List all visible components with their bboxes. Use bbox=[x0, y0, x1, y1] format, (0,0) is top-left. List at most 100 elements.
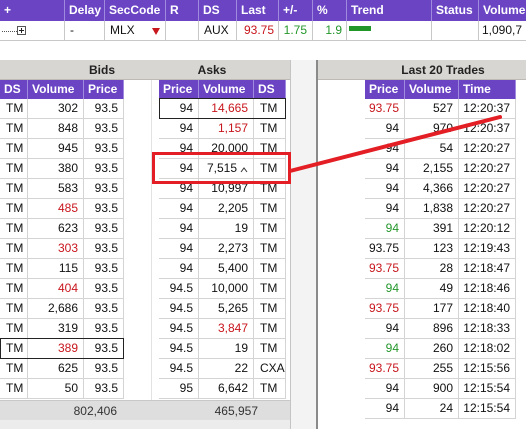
asks-row[interactable]: 94.5 19 TM bbox=[159, 339, 286, 359]
asks-price-cell: 94 bbox=[159, 119, 199, 139]
asks-row[interactable]: 94.5 10,000 TM bbox=[159, 279, 286, 299]
trades-row[interactable]: 94 970 12:20:37 bbox=[365, 119, 516, 139]
panel-splitter[interactable] bbox=[290, 60, 318, 429]
asks-ds-cell: TM bbox=[254, 379, 286, 399]
bids-row[interactable]: TM 380 93.5 bbox=[0, 159, 124, 179]
trades-volume-cell: 970 bbox=[405, 119, 459, 139]
trades-row[interactable]: 94 49 12:18:46 bbox=[365, 279, 516, 299]
quote-seccode-cell[interactable]: MLX bbox=[105, 21, 166, 41]
quote-expand-cell[interactable] bbox=[0, 21, 65, 41]
trades-row[interactable]: 94 391 12:20:12 bbox=[365, 219, 516, 239]
trades-row[interactable]: 93.75 123 12:19:43 bbox=[365, 239, 516, 259]
bids-price-cell: 93.5 bbox=[84, 259, 124, 279]
expand-tree-icon[interactable] bbox=[17, 26, 26, 35]
asks-row[interactable]: 94 14,665 TM bbox=[159, 98, 286, 119]
asks-row[interactable]: 94 7,515 TM bbox=[159, 159, 286, 179]
trades-row[interactable]: 94 260 12:18:02 bbox=[365, 339, 516, 359]
bids-ds-cell: TM bbox=[0, 239, 28, 259]
col-header-r[interactable]: R bbox=[166, 0, 199, 21]
bids-row[interactable]: TM 2,686 93.5 bbox=[0, 299, 124, 319]
trades-row[interactable]: 93.75 177 12:18:40 bbox=[365, 299, 516, 319]
bids-row[interactable]: TM 945 93.5 bbox=[0, 139, 124, 159]
bids-row[interactable]: TM 485 93.5 bbox=[0, 199, 124, 219]
bids-col-header-ds[interactable]: DS bbox=[0, 80, 28, 99]
bids-col-header-price[interactable]: Price bbox=[84, 80, 124, 99]
bids-price-cell: 93.5 bbox=[84, 119, 124, 139]
asks-row[interactable]: 94 2,205 TM bbox=[159, 199, 286, 219]
bids-price-cell: 93.5 bbox=[84, 199, 124, 219]
asks-row[interactable]: 94 5,400 TM bbox=[159, 259, 286, 279]
quote-seccode: MLX bbox=[110, 23, 135, 37]
trades-row[interactable]: 93.75 28 12:18:47 bbox=[365, 259, 516, 279]
bids-row[interactable]: TM 319 93.5 bbox=[0, 319, 124, 339]
col-header-last[interactable]: Last bbox=[237, 0, 279, 21]
col-header-volume[interactable]: Volume bbox=[479, 0, 526, 21]
bids-row[interactable]: TM 848 93.5 bbox=[0, 119, 124, 139]
bids-row[interactable]: TM 623 93.5 bbox=[0, 219, 124, 239]
bids-row[interactable]: TM 50 93.5 bbox=[0, 379, 124, 399]
asks-col-header-ds[interactable]: DS bbox=[254, 80, 286, 99]
bids-price-cell: 93.5 bbox=[84, 359, 124, 379]
asks-row[interactable]: 94.5 5,265 TM bbox=[159, 299, 286, 319]
col-header-seccode[interactable]: SecCode bbox=[105, 0, 166, 21]
trades-time-cell: 12:20:27 bbox=[459, 199, 516, 219]
col-header-delay[interactable]: Delay bbox=[65, 0, 105, 21]
asks-col-header-price[interactable]: Price bbox=[159, 80, 199, 99]
col-header-trend[interactable]: Trend bbox=[347, 0, 432, 21]
bids-row[interactable]: TM 115 93.5 bbox=[0, 259, 124, 279]
trades-row[interactable]: 94 24 12:15:54 bbox=[365, 399, 516, 419]
quote-percent: 1.9 bbox=[313, 21, 347, 41]
asks-price-cell: 94.5 bbox=[159, 359, 199, 379]
bids-row[interactable]: TM 389 93.5 bbox=[0, 338, 124, 359]
col-header-ds[interactable]: DS bbox=[199, 0, 237, 21]
asks-row[interactable]: 94 1,157 TM bbox=[159, 119, 286, 139]
asks-row[interactable]: 95 6,642 TM bbox=[159, 379, 286, 399]
bids-ds-cell: TM bbox=[0, 219, 28, 239]
bids-volume-cell: 380 bbox=[28, 159, 84, 179]
asks-row[interactable]: 94.5 22 CXA bbox=[159, 359, 286, 379]
trades-col-header-price[interactable]: Price bbox=[365, 80, 405, 99]
trades-time-cell: 12:18:47 bbox=[459, 259, 516, 279]
asks-row[interactable]: 94 2,273 TM bbox=[159, 239, 286, 259]
bids-ds-cell: TM bbox=[0, 99, 28, 119]
trades-row[interactable]: 94 54 12:20:27 bbox=[365, 139, 516, 159]
asks-volume-cell: 19 bbox=[199, 219, 254, 239]
bids-col-header-volume[interactable]: Volume bbox=[28, 80, 84, 99]
bids-row[interactable]: TM 583 93.5 bbox=[0, 179, 124, 199]
bids-volume-cell: 583 bbox=[28, 179, 84, 199]
bids-row[interactable]: TM 625 93.5 bbox=[0, 359, 124, 379]
trades-row[interactable]: 94 4,366 12:20:27 bbox=[365, 179, 516, 199]
trades-price-cell: 94 bbox=[365, 159, 405, 179]
quote-change: 1.75 bbox=[279, 21, 313, 41]
col-header-change[interactable]: +/- bbox=[279, 0, 313, 21]
bids-row[interactable]: TM 302 93.5 bbox=[0, 99, 124, 119]
asks-ds-cell: TM bbox=[254, 219, 286, 239]
trades-row[interactable]: 93.75 255 12:15:56 bbox=[365, 359, 516, 379]
trades-row[interactable]: 94 2,155 12:20:27 bbox=[365, 159, 516, 179]
bids-price-cell: 93.5 bbox=[84, 319, 124, 339]
trades-col-header-time[interactable]: Time bbox=[459, 80, 516, 99]
trades-row[interactable]: 94 896 12:18:33 bbox=[365, 319, 516, 339]
asks-volume-cell: 1,157 bbox=[199, 119, 254, 139]
asks-row[interactable]: 94.5 3,847 TM bbox=[159, 319, 286, 339]
asks-ds-cell: TM bbox=[254, 279, 286, 299]
asks-col-header-volume[interactable]: Volume bbox=[199, 80, 254, 99]
trades-time-cell: 12:20:12 bbox=[459, 219, 516, 239]
col-header-percent[interactable]: % bbox=[313, 0, 347, 21]
asks-row[interactable]: 94 10,997 TM bbox=[159, 179, 286, 199]
col-header-expand[interactable]: + bbox=[0, 0, 65, 21]
trades-row[interactable]: 94 900 12:15:54 bbox=[365, 379, 516, 399]
bids-volume-cell: 2,686 bbox=[28, 299, 84, 319]
trades-row[interactable]: 93.75 527 12:20:37 bbox=[365, 99, 516, 119]
bids-row[interactable]: TM 303 93.5 bbox=[0, 239, 124, 259]
trades-row[interactable]: 94 1,838 12:20:27 bbox=[365, 199, 516, 219]
horizontal-scrollbar[interactable] bbox=[0, 420, 290, 429]
trades-volume-cell: 391 bbox=[405, 219, 459, 239]
asks-row[interactable]: 94 19 TM bbox=[159, 219, 286, 239]
col-header-status[interactable]: Status bbox=[432, 0, 479, 21]
bids-price-cell: 93.5 bbox=[84, 339, 124, 359]
asks-row[interactable]: 94 20,000 TM bbox=[159, 139, 286, 159]
bids-row[interactable]: TM 404 93.5 bbox=[0, 279, 124, 299]
trades-col-header-volume[interactable]: Volume bbox=[405, 80, 459, 99]
asks-price-cell: 94 bbox=[159, 259, 199, 279]
